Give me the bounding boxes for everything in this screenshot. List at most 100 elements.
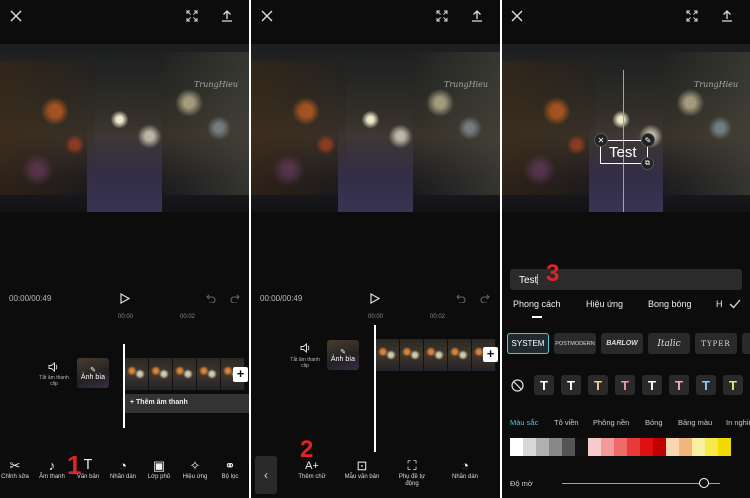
scale-handle-icon[interactable]: ⧉: [641, 157, 654, 170]
tab-style[interactable]: Phong cách: [513, 299, 561, 309]
cover-button[interactable]: ✎ Ảnh bìa: [327, 340, 359, 370]
text-style-swatch[interactable]: T: [615, 375, 635, 395]
undo-icon[interactable]: [453, 291, 467, 305]
font-typer[interactable]: TYPER: [695, 333, 737, 354]
close-icon[interactable]: [509, 8, 525, 24]
music-note-icon: ♪: [48, 458, 56, 473]
color-swatch[interactable]: [653, 438, 666, 456]
color-swatch[interactable]: [692, 438, 705, 456]
fullscreen-icon[interactable]: [434, 8, 450, 24]
speaker-icon[interactable]: [299, 342, 311, 354]
tool-filter[interactable]: ⚭ Bộ lọc: [212, 458, 248, 481]
font-barlow[interactable]: BARLOW: [601, 333, 643, 354]
color-swatch[interactable]: [601, 438, 614, 456]
opacity-slider-track[interactable]: [562, 483, 720, 484]
color-swatch[interactable]: [588, 438, 601, 456]
close-icon[interactable]: [8, 8, 24, 24]
playhead[interactable]: [374, 325, 376, 455]
speaker-icon[interactable]: [47, 361, 59, 373]
text-style-swatch[interactable]: T: [534, 375, 554, 395]
tool-edit[interactable]: ✂ Chỉnh sửa: [0, 458, 33, 481]
video-preview[interactable]: TrungHieu: [502, 44, 750, 212]
video-preview[interactable]: TrungHieu: [0, 44, 249, 212]
tab-stroke[interactable]: Tô viền: [554, 418, 579, 427]
text-style-swatch[interactable]: T: [669, 375, 689, 395]
text-style-swatch[interactable]: T: [588, 375, 608, 395]
sticker-icon: ◔: [461, 458, 469, 473]
tab-more[interactable]: H: [716, 299, 723, 309]
color-swatch[interactable]: [679, 438, 692, 456]
text-style-swatch[interactable]: T: [561, 375, 581, 395]
edit-text-icon[interactable]: ✎: [641, 133, 655, 147]
color-swatch[interactable]: [640, 438, 653, 456]
editor-panel-text-style: TrungHieu Test ✕ ✎ ⧉ Test 3 Phong cách H…: [502, 0, 750, 498]
tool-auto-captions[interactable]: ⛶ Phụ đề tự động: [394, 458, 430, 488]
font-system[interactable]: SYSTEM: [507, 333, 549, 354]
font-postmodern[interactable]: POSTMODERN: [554, 333, 596, 354]
font-more[interactable]: [742, 333, 750, 354]
text-toolbar: ‹ A+ Thêm chữ ⊡ Mẫu văn bản ⛶ Phụ đề tự độn…: [251, 452, 500, 498]
tool-sticker[interactable]: ◔ Nhãn dán: [105, 458, 141, 481]
color-swatch[interactable]: [575, 438, 588, 456]
tool-effects[interactable]: ✧ Hiệu ứng: [177, 458, 213, 481]
color-swatch[interactable]: [705, 438, 718, 456]
add-audio-button[interactable]: + Thêm âm thanh: [125, 394, 249, 413]
confirm-check-icon[interactable]: [728, 298, 742, 310]
text-style-swatch[interactable]: T: [642, 375, 662, 395]
back-chevron-icon[interactable]: ‹: [255, 456, 277, 494]
undo-icon[interactable]: [203, 291, 217, 305]
mute-clip-label: Tắt âm thanh clip: [39, 375, 69, 387]
tab-effects[interactable]: Hiệu ứng: [586, 299, 623, 309]
color-swatch[interactable]: [523, 438, 536, 456]
tool-overlay[interactable]: ▣ Lớp phủ: [141, 458, 177, 481]
color-swatch[interactable]: [627, 438, 640, 456]
fullscreen-icon[interactable]: [184, 8, 200, 24]
redo-icon[interactable]: [479, 291, 493, 305]
color-swatch[interactable]: [510, 438, 523, 456]
color-swatch[interactable]: [718, 438, 731, 456]
playhead[interactable]: [123, 344, 125, 428]
tab-background[interactable]: Phông nền: [593, 418, 629, 427]
cover-button[interactable]: ✎ Ảnh bìa: [77, 358, 109, 388]
redo-icon[interactable]: [229, 291, 243, 305]
tab-italic[interactable]: In nghiêng: [726, 418, 750, 427]
tool-audio[interactable]: ♪ Âm thanh: [34, 458, 70, 481]
fullscreen-icon[interactable]: [684, 8, 700, 24]
editor-panel-text-menu: TrungHieu 00:00/00:49 00:00 00:02 Tắt âm…: [251, 0, 500, 498]
tool-text-template[interactable]: ⊡ Mẫu văn bản: [344, 458, 380, 481]
font-italic[interactable]: Italic: [648, 333, 690, 354]
text-style-swatch[interactable]: T: [696, 375, 716, 395]
color-swatch[interactable]: [666, 438, 679, 456]
text-style-swatch[interactable]: T: [723, 375, 743, 395]
active-tab-indicator: [532, 316, 542, 318]
play-icon[interactable]: [368, 291, 382, 305]
captions-icon: ⛶: [407, 458, 417, 473]
delete-text-icon[interactable]: ✕: [594, 133, 608, 147]
color-swatch[interactable]: [549, 438, 562, 456]
add-clip-button[interactable]: +: [233, 367, 248, 382]
color-swatch[interactable]: [614, 438, 627, 456]
tool-sticker[interactable]: ◔ Nhãn dán: [447, 458, 483, 481]
color-swatch[interactable]: [562, 438, 575, 456]
tab-bubble[interactable]: Bong bóng: [648, 299, 692, 309]
add-clip-button[interactable]: +: [483, 347, 498, 362]
color-swatch[interactable]: [536, 438, 549, 456]
video-clip-track[interactable]: [125, 358, 249, 390]
video-preview[interactable]: TrungHieu: [251, 44, 500, 212]
ruler-mark: 00:00: [368, 314, 384, 320]
export-icon[interactable]: [219, 8, 235, 24]
cover-label: Ảnh bìa: [80, 373, 106, 381]
filter-icon: ⚭: [224, 458, 236, 473]
tab-color[interactable]: Màu sắc: [510, 418, 538, 427]
no-style-icon[interactable]: [510, 378, 524, 392]
video-clip-track[interactable]: [376, 339, 500, 371]
opacity-slider-thumb[interactable]: [699, 478, 710, 488]
text-input[interactable]: Test: [510, 269, 742, 290]
tab-palette[interactable]: Bảng màu: [678, 418, 712, 427]
tab-shadow[interactable]: Bóng: [645, 418, 663, 427]
play-icon[interactable]: [118, 291, 132, 305]
export-icon[interactable]: [469, 8, 485, 24]
close-icon[interactable]: [259, 8, 275, 24]
export-icon[interactable]: [719, 8, 735, 24]
edit-icon: ✎: [340, 348, 346, 356]
